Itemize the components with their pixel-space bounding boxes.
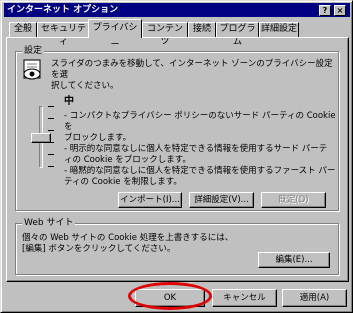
privacy-level-label: 中 (64, 96, 74, 107)
tab-privacy[interactable]: プライバシー (88, 19, 142, 50)
website-group-label: Web サイト (22, 217, 76, 229)
settings-group-label: 設定 (22, 45, 45, 57)
slider-tick (48, 106, 54, 107)
tab-content[interactable]: コンテンツ (142, 22, 188, 47)
advanced-button[interactable]: 詳細設定(V)... (189, 192, 254, 208)
apply-button[interactable]: 適用(A) (282, 289, 347, 307)
slider-tick (48, 166, 54, 167)
close-button[interactable]: × (334, 5, 346, 16)
tab-programs[interactable]: プログラム (216, 22, 259, 47)
internet-options-window: インターネット オプション ? × 全般 セキュリティ プライバシー コンテンツ… (0, 0, 353, 313)
window-title: インターネット オプション (7, 5, 119, 15)
slider-tick (48, 154, 54, 155)
privacy-level-description: - コンパクトなプライバシー ポリシーのないサード パーティの Cookie を… (64, 111, 336, 187)
privacy-icon (22, 59, 46, 81)
cancel-button[interactable]: キャンセル (212, 289, 277, 307)
slider-tick (48, 130, 54, 131)
title-bar: インターネット オプション ? × (4, 3, 350, 17)
import-button[interactable]: インポート(I)... (118, 192, 182, 208)
tab-security[interactable]: セキュリティ (37, 22, 90, 47)
edit-button[interactable]: 編集(E)... (258, 252, 330, 268)
default-button[interactable]: 既定(D) (261, 192, 326, 208)
tab-general[interactable]: 全般 (9, 22, 37, 37)
ok-highlight-circle (128, 282, 212, 310)
tab-connections[interactable]: 接続 (188, 22, 216, 37)
slider-tick (48, 118, 54, 119)
tab-advanced[interactable]: 詳細設定 (259, 22, 299, 37)
privacy-slider-thumb[interactable] (31, 133, 51, 143)
help-button[interactable]: ? (319, 5, 331, 16)
settings-description: スライダのつまみを移動して、インターネット ゾーンのプライバシー設定を選 択して… (51, 59, 333, 91)
